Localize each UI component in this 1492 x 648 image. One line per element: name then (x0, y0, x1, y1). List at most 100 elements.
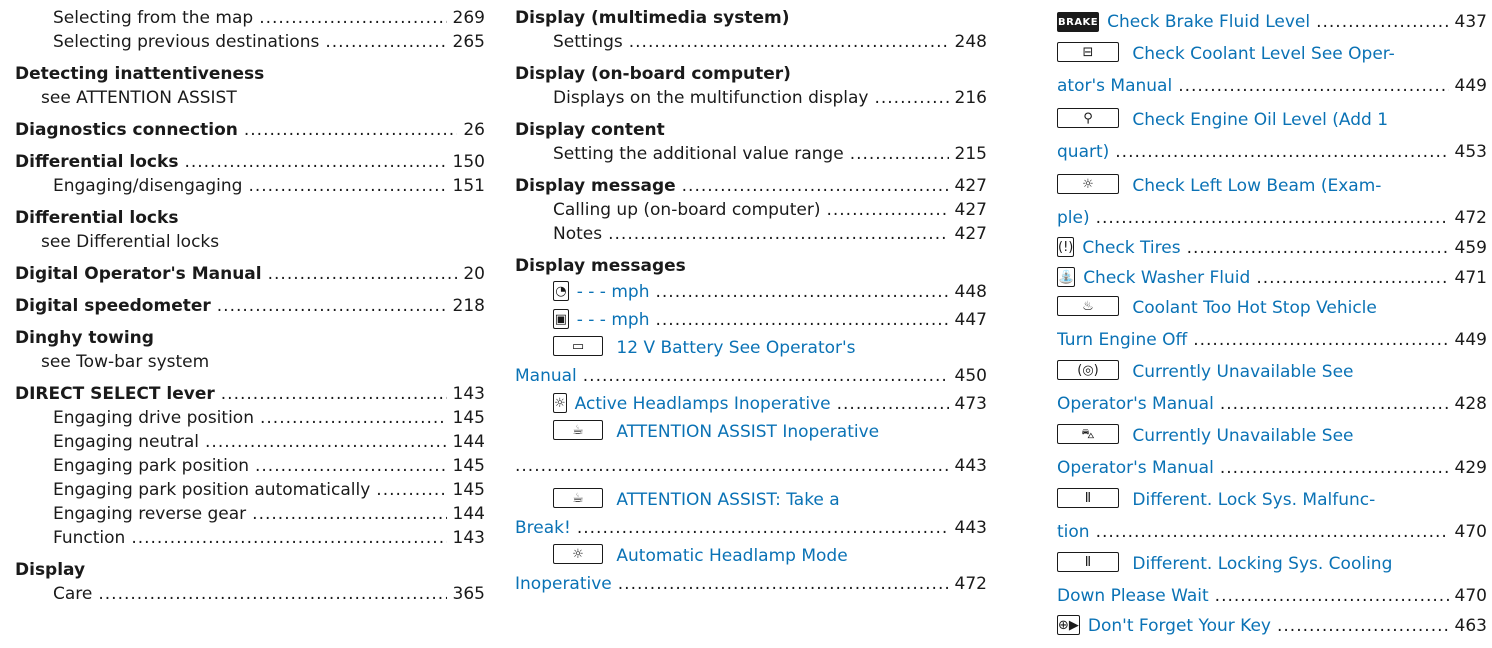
index-heading: Display (multimedia system) (515, 6, 987, 30)
page-number: 218 (452, 296, 485, 316)
dot-leader (515, 452, 949, 480)
diff-lock-icon: Ⅱ (1057, 488, 1119, 508)
message-entry: ☼ Automatic Headlamp Mode (515, 542, 987, 570)
see-label: see Tow-bar system (41, 352, 210, 372)
message-entry: ▭ 12 V Battery See Operator's (515, 334, 987, 362)
dot-leader (583, 362, 949, 390)
message-link[interactable]: - - - mph (577, 278, 650, 306)
index-entry: Setting the additional value range 215 (515, 142, 987, 166)
message-link[interactable]: Don't Forget Your Key (1088, 612, 1271, 640)
heading-label: Detecting inattentiveness (15, 64, 265, 84)
index-entry: Engaging neutral 144 (15, 430, 485, 454)
page-number: 144 (452, 432, 485, 452)
message-link[interactable]: ATTENTION ASSIST: Take a (616, 490, 839, 510)
message-link[interactable]: Check Left Low Beam (Exam- (1132, 176, 1381, 196)
oil-can-icon: ⚲ (1057, 108, 1119, 128)
message-entry: ◔ - - - mph 448 (515, 278, 987, 306)
see-label: see ATTENTION ASSIST (41, 88, 237, 108)
message-link[interactable]: Currently Unavailable See (1132, 426, 1353, 446)
dot-leader (248, 174, 446, 198)
index-entry: Care 365 (15, 582, 485, 606)
key-icon: ⊕▶ (1057, 615, 1080, 635)
page-number: 472 (1454, 208, 1487, 228)
index-column-1: Selecting from the map 269 Selecting pre… (15, 0, 485, 606)
message-link[interactable]: Operator's Manual (1057, 390, 1214, 418)
index-heading: Detecting inattentiveness (15, 62, 485, 86)
message-link[interactable]: Check Coolant Level See Oper- (1132, 44, 1394, 64)
dot-leader (98, 582, 446, 606)
message-link[interactable]: Check Engine Oil Level (Add 1 (1132, 110, 1388, 130)
dot-leader (244, 118, 458, 142)
message-link[interactable]: Different. Lock Sys. Malfunc- (1132, 490, 1375, 510)
page-number: 450 (954, 366, 987, 386)
message-link[interactable]: Inoperative (515, 570, 612, 598)
entry-label: Engaging drive position (53, 408, 254, 428)
message-link[interactable]: - - - mph (577, 306, 650, 334)
message-link[interactable]: Coolant Too Hot Stop Vehicle (1132, 298, 1376, 318)
message-link[interactable]: Down Please Wait (1057, 582, 1209, 610)
page-number: 145 (452, 480, 485, 500)
page-number: 145 (452, 408, 485, 428)
message-link[interactable]: Turn Engine Off (1057, 326, 1187, 354)
dot-leader (131, 526, 446, 550)
index-entry: Engaging park position 145 (15, 454, 485, 478)
message-link[interactable]: quart) (1057, 138, 1109, 166)
headlamp-icon: ☼ (553, 544, 603, 564)
message-entry: (!) Check Tires 459 (1057, 234, 1487, 262)
page-number: 449 (1454, 76, 1487, 96)
dot-leader (682, 174, 949, 198)
dot-leader (629, 30, 949, 54)
message-link[interactable]: Manual (515, 362, 577, 390)
message-link[interactable]: Different. Locking Sys. Cooling (1132, 554, 1392, 574)
see-reference: see Tow-bar system (15, 350, 485, 374)
entry-label: Notes (553, 224, 603, 244)
message-link[interactable]: Break! (515, 514, 571, 542)
dot-leader (1220, 454, 1449, 482)
page-number: 143 (452, 528, 485, 548)
see-label: see Differential locks (41, 232, 220, 252)
message-link[interactable]: Check Brake Fluid Level (1107, 8, 1310, 36)
entry-label: Engaging park position (53, 456, 249, 476)
brake-icon: BRAKE (1057, 12, 1100, 32)
washer-fluid-icon: ⛲ (1057, 267, 1076, 287)
dot-leader (1220, 390, 1449, 418)
page-number: 459 (1454, 238, 1487, 258)
message-entry: ⛍ Currently Unavailable See (1057, 422, 1487, 450)
message-entry-continued: Operator's Manual 429 (1057, 454, 1487, 482)
message-link[interactable]: Active Headlamps Inoperative (575, 390, 831, 418)
page-number: 448 (954, 282, 987, 302)
page-number: 443 (954, 518, 987, 538)
index-heading: Differential locks 150 (15, 150, 485, 174)
message-link[interactable]: ator's Manual (1057, 72, 1172, 100)
message-link[interactable]: ATTENTION ASSIST Inoperative (616, 422, 879, 442)
message-link[interactable]: Check Washer Fluid (1083, 264, 1250, 292)
page-number: 26 (463, 120, 485, 140)
message-entry: ☕ ATTENTION ASSIST Inoperative (515, 418, 987, 446)
message-link[interactable]: Automatic Headlamp Mode (616, 546, 847, 566)
index-heading: Display message 427 (515, 174, 987, 198)
message-entry: ♨ Coolant Too Hot Stop Vehicle (1057, 294, 1487, 322)
message-link[interactable]: 12 V Battery See Operator's (616, 338, 855, 358)
dot-leader (1187, 234, 1449, 262)
page-number: 447 (954, 310, 987, 330)
message-link[interactable]: Operator's Manual (1057, 454, 1214, 482)
message-link[interactable]: ple) (1057, 204, 1090, 232)
message-entry: ☼ Active Headlamps Inoperative 473 (515, 390, 987, 418)
index-heading: DIRECT SELECT lever 143 (15, 382, 485, 406)
index-entry: Displays on the multifunction display 21… (515, 86, 987, 110)
page-number: 150 (452, 152, 485, 172)
headlamp-icon: ☼ (553, 393, 567, 413)
dot-leader (255, 454, 447, 478)
message-entry-continued: Operator's Manual 428 (1057, 390, 1487, 418)
entry-label: Care (53, 584, 93, 604)
heading-label: Differential locks (15, 208, 179, 228)
message-link[interactable]: Check Tires (1082, 234, 1180, 262)
coolant-reservoir-icon: ⊟ (1057, 42, 1119, 62)
heading-label: Display content (515, 120, 665, 140)
entry-label: Displays on the multifunction display (553, 88, 869, 108)
message-link[interactable]: tion (1057, 518, 1090, 546)
index-entry: Selecting from the map 269 (15, 6, 485, 30)
dot-leader (1096, 204, 1449, 232)
index-column-2: Display (multimedia system) Settings 248… (515, 0, 987, 598)
message-link[interactable]: Currently Unavailable See (1132, 362, 1353, 382)
